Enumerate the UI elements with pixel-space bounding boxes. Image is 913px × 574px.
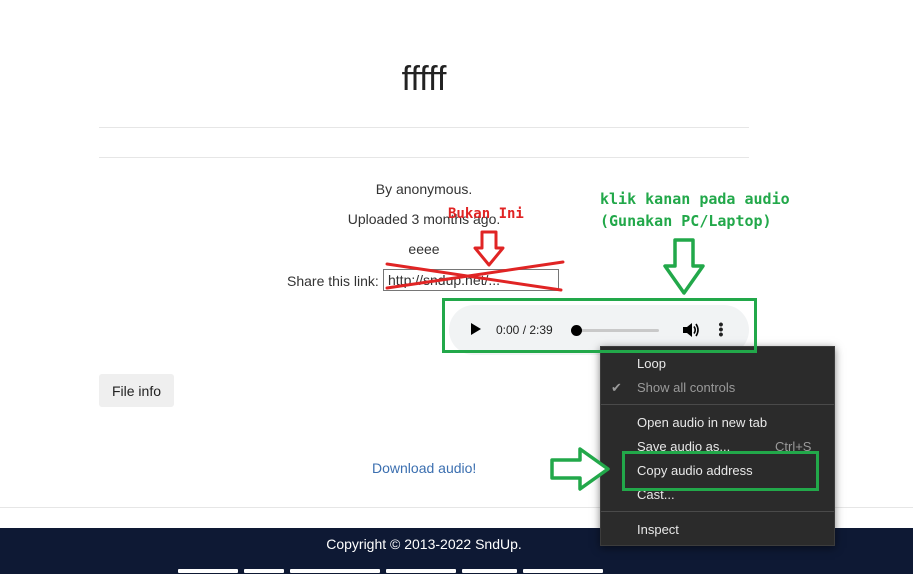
annotation-box-player — [442, 298, 757, 353]
green-arrow-right-icon — [550, 447, 610, 491]
annotation-text-left: Bukan Ini — [448, 206, 524, 222]
divider-top — [99, 127, 749, 128]
annotation-text-right-line2: (Gunakan PC/Laptop) — [600, 212, 772, 230]
menu-item-loop[interactable]: Loop — [637, 356, 666, 371]
context-menu: Loop ✔ Show all controls Open audio in n… — [600, 346, 835, 546]
menu-item-open-new-tab[interactable]: Open audio in new tab — [637, 415, 767, 430]
footer-cutoff-text — [178, 569, 648, 574]
file-info-button[interactable]: File info — [99, 374, 174, 407]
annotation-box-copy — [622, 451, 819, 491]
menu-separator — [601, 404, 834, 405]
share-link-label: Share this link: — [287, 273, 379, 289]
download-audio-link[interactable]: Download audio! — [372, 460, 476, 476]
page-title: fffff — [401, 60, 447, 98]
menu-separator — [601, 511, 834, 512]
menu-item-show-all-controls[interactable]: Show all controls — [637, 380, 735, 395]
red-cross-out-icon — [385, 260, 565, 292]
divider-second — [99, 157, 749, 158]
green-arrow-down-icon — [663, 238, 705, 295]
menu-item-inspect[interactable]: Inspect — [637, 522, 679, 537]
check-icon: ✔ — [611, 380, 622, 395]
description-text: eeee — [408, 241, 440, 257]
annotation-text-right-line1: klik kanan pada audio — [600, 190, 790, 208]
